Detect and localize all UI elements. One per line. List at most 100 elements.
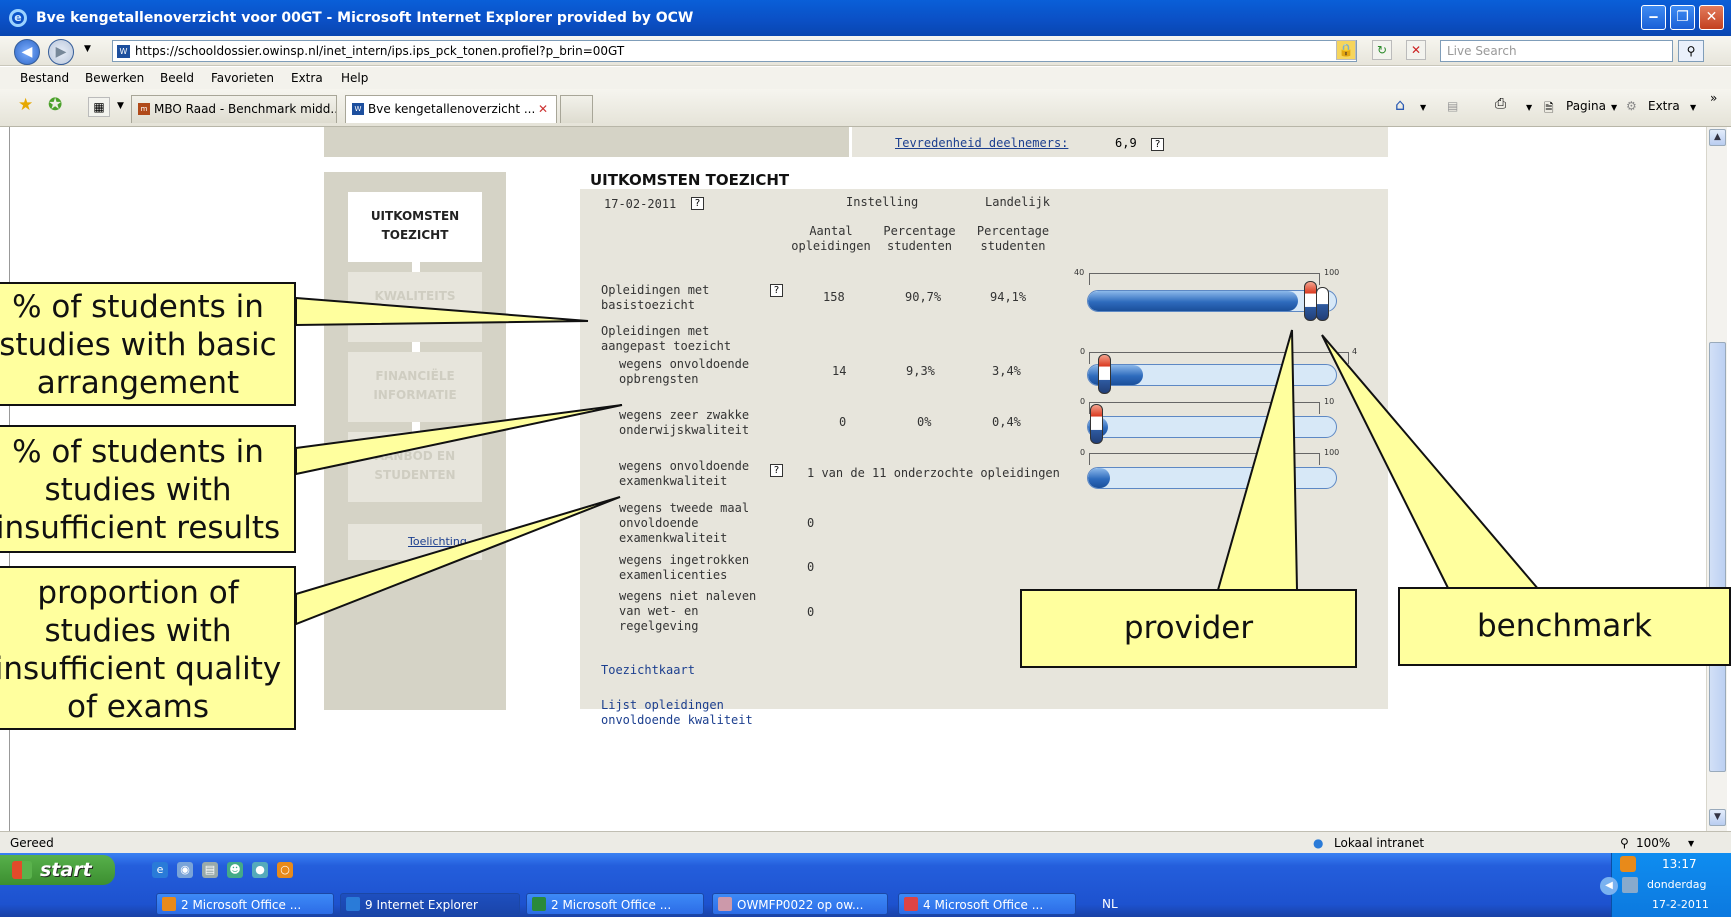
- row-aantal: 0: [807, 560, 815, 574]
- previous-panel: [324, 127, 849, 157]
- help-icon[interactable]: ?: [770, 464, 783, 477]
- menu-bewerken[interactable]: Bewerken: [85, 71, 144, 85]
- menu-beeld[interactable]: Beeld: [160, 71, 194, 85]
- callout-exam-quality: proportion of studies with insufficient …: [0, 566, 296, 730]
- quick-tabs-icon[interactable]: ▦: [88, 97, 110, 117]
- vertical-scrollbar[interactable]: ▲ ▼: [1706, 127, 1727, 831]
- toezichtkaart-link[interactable]: Toezichtkaart: [601, 663, 695, 678]
- print-dropdown-icon[interactable]: ▼: [1526, 103, 1532, 112]
- back-button[interactable]: ◀: [14, 39, 40, 65]
- close-window-button[interactable]: ✕: [1699, 5, 1724, 30]
- menu-help[interactable]: Help: [341, 71, 368, 85]
- tab-label: MBO Raad - Benchmark midd...: [154, 102, 337, 116]
- live-search-input[interactable]: Live Search: [1440, 40, 1673, 62]
- extra-menu[interactable]: Extra: [1648, 99, 1680, 113]
- toelichting-link[interactable]: Toelichting: [348, 524, 482, 560]
- window-title: Bve kengetallenoverzicht voor 00GT - Mic…: [36, 10, 694, 26]
- zoom-level[interactable]: 100%: [1636, 836, 1670, 850]
- close-tab-icon[interactable]: ✕: [538, 96, 548, 122]
- row-label-tweede-maal: wegens tweede maal onvoldoende examenkwa…: [619, 501, 750, 545]
- nav-financiele-informatie[interactable]: FINANCIËLE INFORMATIE: [348, 352, 482, 422]
- bar-scale: [1089, 402, 1320, 414]
- mbo-favicon: m: [138, 103, 150, 115]
- refresh-icon[interactable]: ↻: [1372, 40, 1392, 60]
- tab-bve-kengetallen[interactable]: W Bve kengetallenoverzicht ... ✕: [345, 95, 557, 123]
- ie-quicklaunch-icon[interactable]: e: [152, 862, 168, 878]
- tab-list-dropdown-icon[interactable]: ▼: [117, 101, 124, 111]
- zoom-dropdown-icon[interactable]: ▼: [1688, 839, 1694, 848]
- nav-kwaliteitsbeoordeling[interactable]: KWALITEITS BEOORDELING: [348, 272, 482, 342]
- menu-extra[interactable]: Extra: [291, 71, 323, 85]
- col-perc-landelijk: Percentage studenten: [976, 224, 1050, 253]
- tray-app-icon[interactable]: [1620, 856, 1636, 872]
- windows-logo-icon: [12, 861, 32, 879]
- nav-aanbod-en-studenten[interactable]: AANBOD EN STUDENTEN: [348, 432, 482, 502]
- tray-expand-icon[interactable]: ◀: [1600, 877, 1618, 895]
- onderwijskwaliteit-bar: [1087, 416, 1337, 438]
- row-perc-instelling: 0%: [917, 415, 932, 429]
- satisfaction-value: 6,9 ?: [1115, 136, 1165, 151]
- new-tab-button[interactable]: [560, 95, 593, 123]
- minimize-button[interactable]: ‒: [1641, 5, 1666, 30]
- chevron-right-icon[interactable]: »: [1710, 91, 1717, 105]
- extra-dropdown-icon[interactable]: ▼: [1690, 103, 1696, 112]
- scroll-down-icon[interactable]: ▼: [1709, 809, 1726, 826]
- lijst-opleidingen-link[interactable]: Lijst opleidingen onvoldoende kwaliteit: [601, 698, 761, 728]
- task-office-2[interactable]: 2 Microsoft Office ...: [526, 893, 704, 915]
- row-perc-landelijk: 94,1%: [990, 290, 1027, 304]
- menu-favorieten[interactable]: Favorieten: [211, 71, 274, 85]
- desktop-quicklaunch-icon[interactable]: ▤: [202, 862, 218, 878]
- search-icon[interactable]: ⚲: [1678, 40, 1704, 62]
- scale-min: 0: [1080, 397, 1086, 406]
- help-icon[interactable]: ?: [1151, 138, 1165, 151]
- row-label-examenkwaliteit: wegens onvoldoende examenkwaliteit: [619, 459, 750, 488]
- messenger-quicklaunch-icon[interactable]: ☻: [227, 862, 243, 878]
- scale-max: 4: [1352, 347, 1358, 356]
- page-menu[interactable]: Pagina: [1566, 99, 1606, 113]
- outlook-quicklaunch-icon[interactable]: ◉: [177, 862, 193, 878]
- section-title: UITKOMSTEN TOEZICHT: [590, 171, 790, 189]
- scroll-thumb[interactable]: [1709, 342, 1726, 772]
- lock-icon[interactable]: 🔒: [1336, 40, 1356, 60]
- network-drive-icon: [718, 897, 732, 911]
- task-label: 2 Microsoft Office ...: [551, 898, 672, 912]
- help-icon[interactable]: ?: [770, 284, 783, 297]
- start-button[interactable]: start: [0, 855, 115, 885]
- task-label: 9 Internet Explorer: [365, 898, 478, 912]
- menu-bestand[interactable]: Bestand: [20, 71, 69, 85]
- scale-max: 10: [1324, 397, 1335, 406]
- stop-icon[interactable]: ✕: [1406, 40, 1426, 60]
- clock-date: 17-2-2011: [1652, 898, 1709, 911]
- add-favorite-icon[interactable]: ✪: [48, 95, 62, 115]
- row-label-licenties: wegens ingetrokken examenlicenties: [619, 553, 750, 582]
- scroll-up-icon[interactable]: ▲: [1709, 129, 1726, 146]
- maximize-button[interactable]: ❐: [1670, 5, 1695, 30]
- tab-mbo-raad[interactable]: m MBO Raad - Benchmark midd...: [131, 95, 337, 123]
- ie-icon: e: [9, 9, 27, 27]
- app-quicklaunch-icon[interactable]: ●: [252, 862, 268, 878]
- print-icon[interactable]: ⎙: [1495, 96, 1506, 112]
- office-quicklaunch-icon[interactable]: ○: [277, 862, 293, 878]
- satisfaction-link[interactable]: Tevredenheid deelnemers:: [895, 136, 1068, 150]
- status-bar: Gereed ● Lokaal intranet ⚲ 100% ▼: [0, 831, 1731, 853]
- scale-min: 40: [1074, 268, 1085, 277]
- page-dropdown-icon[interactable]: ▼: [1611, 103, 1617, 112]
- language-indicator[interactable]: NL: [1102, 897, 1118, 911]
- task-owmfp[interactable]: OWMFP0022 op ow...: [712, 893, 888, 915]
- basistoezicht-bar: [1087, 290, 1337, 312]
- help-icon[interactable]: ?: [691, 197, 704, 210]
- feeds-icon[interactable]: ▤: [1447, 99, 1458, 113]
- task-office-3[interactable]: 4 Microsoft Office ...: [898, 893, 1076, 915]
- satisfaction-number: 6,9: [1115, 136, 1137, 150]
- nav-uitkomsten-toezicht[interactable]: UITKOMSTEN TOEZICHT: [348, 192, 482, 262]
- forward-button[interactable]: ▶: [48, 39, 74, 65]
- history-dropdown-icon[interactable]: ▼: [84, 44, 91, 54]
- home-dropdown-icon[interactable]: ▼: [1420, 103, 1426, 112]
- home-icon[interactable]: ⌂: [1395, 95, 1405, 114]
- favorites-star-icon[interactable]: ★: [18, 95, 33, 115]
- address-input[interactable]: W https://schooldossier.owinsp.nl/inet_i…: [112, 40, 1357, 62]
- callout-basic-arrangement: % of students in studies with basic arra…: [0, 282, 296, 406]
- task-internet-explorer[interactable]: 9 Internet Explorer: [340, 893, 520, 915]
- task-office-1[interactable]: 2 Microsoft Office ...: [156, 893, 334, 915]
- tray-network-icon[interactable]: [1622, 877, 1638, 893]
